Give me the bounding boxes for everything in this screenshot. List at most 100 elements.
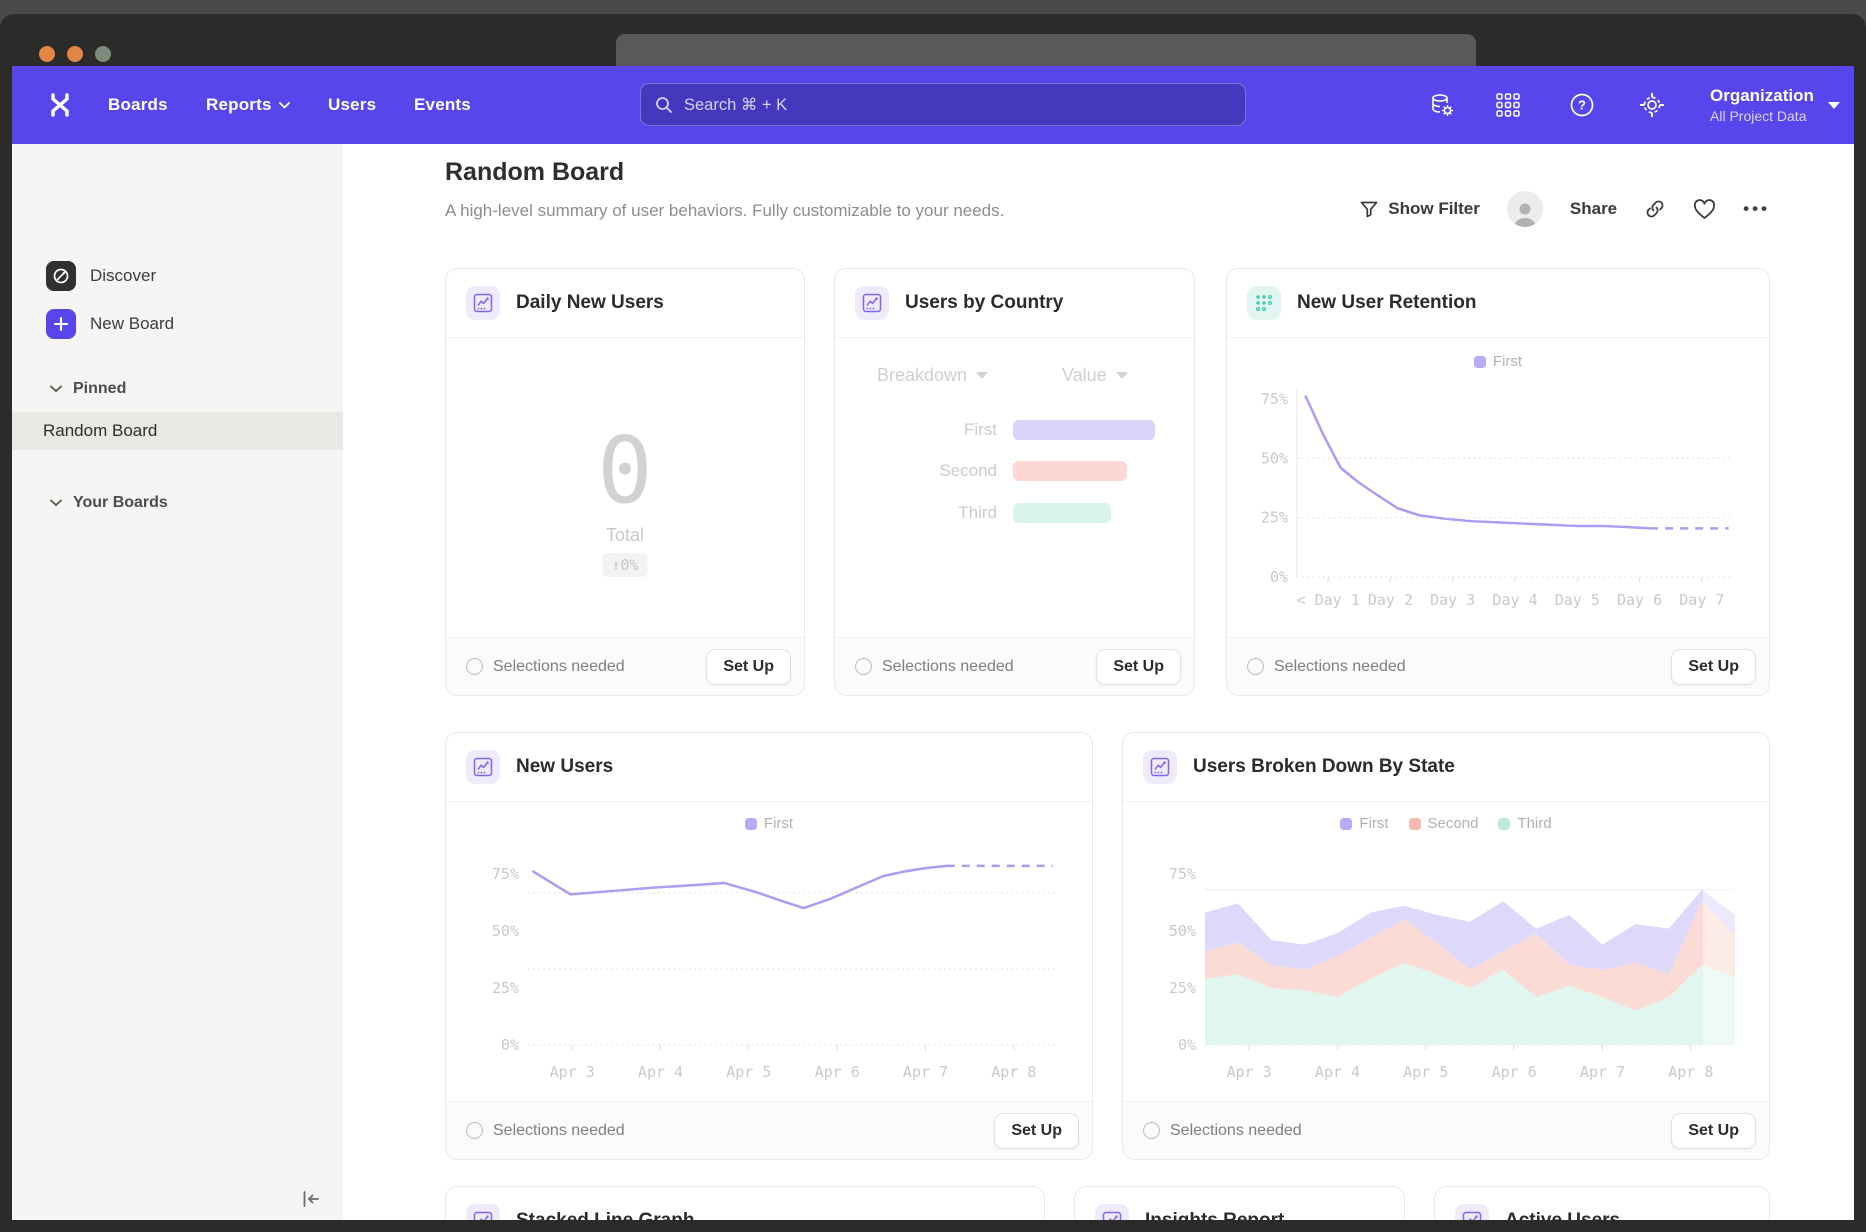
card-title: Daily New Users bbox=[516, 292, 664, 314]
help-button[interactable]: ? bbox=[1560, 66, 1604, 144]
card-footer: Selections needed Set Up bbox=[1123, 1101, 1769, 1159]
set-up-button[interactable]: Set Up bbox=[1671, 1113, 1756, 1149]
funnel-icon bbox=[1359, 199, 1379, 219]
person-icon bbox=[1510, 201, 1540, 227]
card-stacked-line-graph: Stacked Line Graph bbox=[445, 1186, 1045, 1220]
window-close-button[interactable] bbox=[39, 46, 55, 62]
nav-item-users[interactable]: Users bbox=[328, 66, 376, 144]
country-bar bbox=[1013, 461, 1127, 481]
mixpanel-logo[interactable] bbox=[38, 66, 82, 144]
country-bar bbox=[1013, 420, 1155, 440]
set-up-button[interactable]: Set Up bbox=[706, 649, 791, 685]
chart-legend: First Second Third bbox=[1123, 815, 1769, 832]
window-zoom-button[interactable] bbox=[95, 46, 111, 62]
nav-item-reports[interactable]: Reports bbox=[206, 66, 290, 144]
nav-item-events[interactable]: Events bbox=[414, 66, 471, 144]
breakdown-dropdown[interactable]: Breakdown bbox=[877, 365, 988, 386]
state-chart-svg: 75%50%25%0%Apr 3Apr 4Apr 5Apr 6Apr 7Apr … bbox=[1147, 833, 1747, 1085]
more-options-button[interactable]: ••• bbox=[1743, 199, 1770, 219]
card-title: Insights Report bbox=[1145, 1210, 1284, 1220]
set-up-button[interactable]: Set Up bbox=[994, 1113, 1079, 1149]
sidebar-item-discover[interactable]: Discover bbox=[12, 261, 343, 291]
svg-text:Apr 8: Apr 8 bbox=[1668, 1063, 1713, 1081]
search-input[interactable]: Search ⌘ + K bbox=[640, 83, 1246, 126]
collapse-left-icon bbox=[300, 1188, 322, 1210]
question-mark-icon: ? bbox=[1569, 92, 1595, 118]
svg-text:?: ? bbox=[1578, 98, 1586, 113]
line-chart-icon bbox=[466, 286, 500, 320]
favorite-button[interactable] bbox=[1693, 199, 1716, 220]
window-titlebar bbox=[0, 14, 1866, 66]
legend-swatch bbox=[1409, 818, 1421, 830]
card-title: Users Broken Down By State bbox=[1193, 756, 1455, 778]
status-text: Selections needed bbox=[1274, 658, 1406, 676]
search-icon bbox=[655, 96, 673, 114]
link-icon bbox=[1644, 198, 1666, 220]
svg-text:Apr 6: Apr 6 bbox=[1492, 1063, 1537, 1081]
sidebar-label-discover: Discover bbox=[90, 266, 156, 286]
card-users-by-state: Users Broken Down By State First Second … bbox=[1122, 732, 1770, 1160]
line-chart-icon bbox=[466, 1204, 500, 1220]
line-chart-icon bbox=[466, 750, 500, 784]
card-footer: Selections needed Set Up bbox=[446, 1101, 1092, 1159]
window-minimize-button[interactable] bbox=[67, 46, 83, 62]
svg-text:50%: 50% bbox=[1261, 449, 1288, 467]
card-footer: Selections needed Set Up bbox=[835, 637, 1194, 695]
database-gear-icon bbox=[1429, 92, 1455, 118]
value-dropdown[interactable]: Value bbox=[1062, 365, 1128, 386]
line-chart-icon bbox=[1143, 750, 1177, 784]
card-header: Stacked Line Graph bbox=[446, 1187, 1044, 1220]
sidebar-section-your-boards[interactable]: Your Boards bbox=[12, 490, 343, 516]
mixpanel-logo-icon bbox=[45, 90, 75, 120]
metric-value: 0 bbox=[446, 425, 804, 517]
copy-link-button[interactable] bbox=[1644, 198, 1666, 220]
retention-grid-icon bbox=[1247, 286, 1281, 320]
avatar[interactable] bbox=[1507, 191, 1543, 227]
set-up-button[interactable]: Set Up bbox=[1096, 649, 1181, 685]
sidebar-section-pinned[interactable]: Pinned bbox=[12, 376, 343, 402]
svg-text:Day 4: Day 4 bbox=[1492, 591, 1537, 609]
svg-text:0%: 0% bbox=[1178, 1036, 1196, 1054]
svg-text:50%: 50% bbox=[1169, 922, 1196, 940]
top-navbar: Boards Reports Users Events Search ⌘ + K bbox=[12, 66, 1854, 144]
new-users-chart-svg: 75%50%25%0%Apr 3Apr 4Apr 5Apr 6Apr 7Apr … bbox=[470, 833, 1070, 1085]
card-title: Users by Country bbox=[905, 292, 1063, 314]
settings-button[interactable] bbox=[1630, 66, 1674, 144]
svg-text:Day 2: Day 2 bbox=[1368, 591, 1413, 609]
row-label: Second bbox=[835, 461, 997, 481]
svg-text:Apr 8: Apr 8 bbox=[991, 1063, 1036, 1081]
row-label: First bbox=[835, 420, 997, 440]
country-row: Third bbox=[835, 503, 1111, 523]
share-button[interactable]: Share bbox=[1570, 199, 1617, 219]
status-circle-icon bbox=[855, 658, 872, 675]
card-daily-new-users: Daily New Users 0 Total ↑0% Selections n… bbox=[445, 268, 805, 696]
sidebar-item-new-board[interactable]: New Board bbox=[12, 309, 343, 339]
svg-text:Apr 4: Apr 4 bbox=[638, 1063, 683, 1081]
sidebar: Discover New Board Pinned Random Board Y… bbox=[12, 144, 344, 1220]
chart-legend: First bbox=[1227, 353, 1769, 370]
card-footer: Selections needed Set Up bbox=[1227, 637, 1769, 695]
org-switcher[interactable]: Organization All Project Data bbox=[1710, 66, 1840, 144]
set-up-button[interactable]: Set Up bbox=[1671, 649, 1756, 685]
grid-icon bbox=[1496, 93, 1520, 117]
retention-chart-svg: 75%50%25%0%< Day 1Day 2Day 3Day 4Day 5Da… bbox=[1251, 373, 1747, 613]
svg-text:Apr 7: Apr 7 bbox=[1580, 1063, 1625, 1081]
card-users-by-country: Users by Country Breakdown Value First S… bbox=[834, 268, 1195, 696]
sidebar-collapse-button[interactable] bbox=[298, 1186, 324, 1212]
sidebar-item-random-board[interactable]: Random Board bbox=[12, 412, 343, 450]
chevron-down-icon bbox=[279, 102, 290, 109]
show-filter-button[interactable]: Show Filter bbox=[1359, 199, 1480, 219]
card-header: New User Retention bbox=[1227, 269, 1769, 338]
apps-grid-button[interactable] bbox=[1486, 66, 1530, 144]
nav-item-boards[interactable]: Boards bbox=[108, 66, 168, 144]
svg-text:Day 7: Day 7 bbox=[1679, 591, 1724, 609]
status-circle-icon bbox=[466, 658, 483, 675]
data-management-button[interactable] bbox=[1420, 66, 1464, 144]
chevron-down-icon bbox=[50, 385, 62, 393]
org-project: All Project Data bbox=[1710, 107, 1814, 125]
svg-text:75%: 75% bbox=[492, 865, 519, 883]
line-chart-icon bbox=[1455, 1204, 1489, 1220]
compass-icon bbox=[52, 267, 70, 285]
svg-text:25%: 25% bbox=[1169, 979, 1196, 997]
page-subtitle: A high-level summary of user behaviors. … bbox=[445, 201, 1004, 221]
